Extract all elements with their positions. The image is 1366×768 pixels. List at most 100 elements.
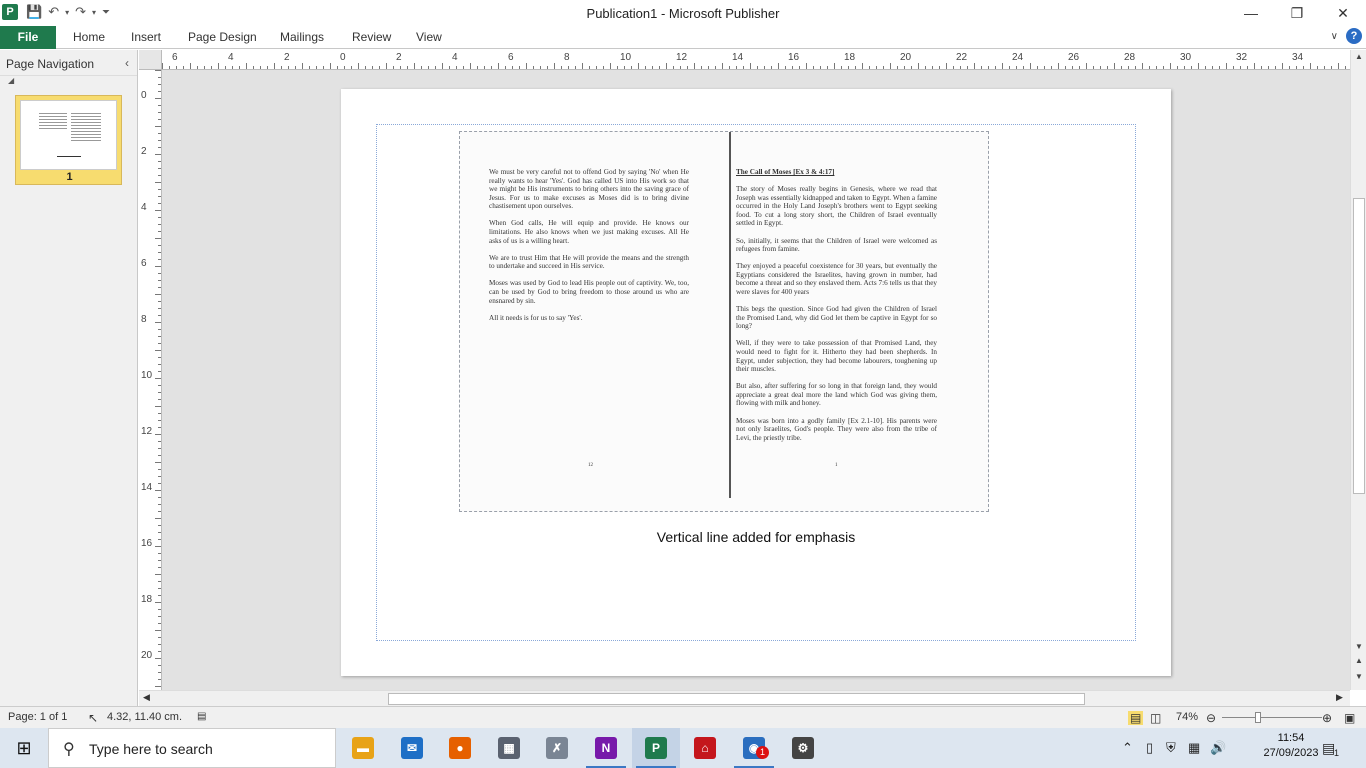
minimize-button[interactable]: — — [1228, 0, 1274, 26]
windows-taskbar: ⊞ ⚲ Type here to search ▬ ✉ ● ▦ ✗ N P ⌂ ◉ 1 ⚙ ⌃ ▯ … — [0, 728, 1366, 768]
ruler-tick — [778, 63, 779, 69]
ruler-tick — [421, 66, 422, 69]
network-icon[interactable]: ▦ — [1188, 740, 1200, 756]
ruler-tick — [911, 66, 912, 69]
vertical-ruler[interactable]: 0 2 4 6 8 10 12 14 16 18 20 — [139, 70, 162, 690]
zoom-slider-knob[interactable] — [1255, 712, 1261, 723]
scroll-right-icon[interactable]: ▶ — [1336, 692, 1343, 703]
publisher-icon[interactable]: P — [632, 728, 680, 768]
fit-page-icon[interactable]: ▣ — [1344, 711, 1355, 725]
help-icon[interactable]: ? — [1346, 28, 1362, 44]
close-button[interactable]: ✕ — [1320, 0, 1366, 26]
ruler-tick — [155, 154, 161, 155]
ruler-tick-label: 10 — [620, 52, 632, 63]
caption-text-box[interactable]: Vertical line added for emphasis — [341, 529, 1171, 545]
ruler-tick — [771, 66, 772, 69]
ruler-tick — [183, 66, 184, 69]
tray-overflow-icon[interactable]: ⌃ — [1122, 740, 1133, 756]
ruler-tick — [155, 462, 161, 463]
restore-button[interactable]: ❐ — [1274, 0, 1320, 26]
scroll-down-icon[interactable]: ▼ — [1351, 642, 1366, 651]
taskbar-clock[interactable]: 11:54 27/09/2023 — [1256, 732, 1326, 759]
page-thumbnail[interactable]: 1 — [15, 95, 122, 185]
undo-icon[interactable]: ↶ — [48, 4, 59, 20]
emphasis-vertical-line[interactable] — [729, 132, 731, 498]
calculator-icon[interactable]: ▦ — [485, 728, 533, 768]
page-indicator[interactable]: Page: 1 of 1 — [8, 711, 67, 723]
ruler-tick — [1247, 66, 1248, 69]
acrobat-icon[interactable]: ⌂ — [681, 728, 729, 768]
vertical-scrollbar[interactable]: ▲ ▼ ▲ ▼ — [1350, 50, 1366, 690]
horizontal-ruler[interactable]: 6 4 2 0 2 4 6 8 10 12 14 16 18 20 22 24 26 28 30 32 34 — [162, 50, 1350, 70]
single-page-view-icon[interactable]: ▤ — [1128, 711, 1144, 725]
ruler-tick — [1009, 66, 1010, 69]
ruler-tick-label: 14 — [732, 52, 744, 63]
tab-mailings[interactable]: Mailings — [280, 30, 324, 44]
zoom-out-icon[interactable]: ⊖ — [1206, 711, 1216, 725]
next-page-icon[interactable]: ▼ — [1351, 672, 1366, 681]
clock-date: 27/09/2023 — [1263, 747, 1319, 759]
volume-icon[interactable]: 🔊 — [1210, 740, 1226, 756]
file-explorer-icon[interactable]: ▬ — [339, 728, 387, 768]
collapse-pane-icon[interactable]: ‹ — [125, 56, 129, 70]
scroll-left-icon[interactable]: ◀ — [143, 692, 150, 703]
search-icon: ⚲ — [63, 741, 75, 758]
redo-icon[interactable]: ↷ — [75, 4, 86, 20]
ruler-tick — [869, 66, 870, 69]
zoom-in-icon[interactable]: ⊕ — [1322, 711, 1332, 725]
ruler-tick — [158, 511, 161, 512]
zoom-slider-track[interactable] — [1222, 717, 1322, 718]
section-collapse-icon[interactable]: ◢ — [0, 76, 137, 90]
scanned-image[interactable]: We must be very careful not to offend Go… — [459, 131, 989, 512]
horizontal-scrollbar[interactable]: ◀ ▶ — [139, 690, 1350, 706]
thunderbird-icon[interactable]: ◉ 1 — [730, 728, 778, 768]
tab-insert[interactable]: Insert — [131, 30, 161, 44]
publisher-app-icon[interactable]: P — [2, 4, 18, 20]
tab-view[interactable]: View — [416, 30, 442, 44]
horizontal-scroll-thumb[interactable] — [388, 693, 1085, 705]
ruler-tick — [1100, 66, 1101, 69]
device-icon[interactable]: ▯ — [1146, 740, 1153, 756]
ruler-tick — [680, 66, 681, 69]
tab-file[interactable]: File — [0, 26, 56, 49]
ruler-tick-label: 18 — [141, 594, 153, 605]
firefox-icon[interactable]: ● — [436, 728, 484, 768]
tab-page-design[interactable]: Page Design — [188, 30, 257, 44]
tab-review[interactable]: Review — [352, 30, 391, 44]
undo-dropdown-icon[interactable]: ▾ — [65, 8, 69, 17]
scroll-up-icon[interactable]: ▲ — [1351, 52, 1366, 61]
ruler-tick — [176, 66, 177, 69]
expand-ribbon-icon[interactable]: ∨ — [1331, 31, 1338, 42]
language-app-icon[interactable]: ✗ — [533, 728, 581, 768]
onenote-icon[interactable]: N — [582, 728, 630, 768]
redo-dropdown-icon[interactable]: ▾ — [92, 8, 96, 17]
publication-page[interactable]: We must be very careful not to offend Go… — [341, 89, 1171, 676]
ruler-tick — [757, 66, 758, 69]
security-icon[interactable]: ⛨ — [1166, 740, 1176, 756]
right-page-number: 1 — [835, 463, 838, 468]
ruler-tick-label: 2 — [141, 146, 147, 157]
zoom-level[interactable]: 74% — [1176, 711, 1198, 723]
save-icon[interactable]: 💾 — [26, 4, 42, 20]
taskbar-search[interactable]: ⚲ Type here to search — [48, 728, 336, 768]
ruler-corner[interactable] — [139, 50, 162, 70]
vertical-scroll-thumb[interactable] — [1353, 198, 1365, 494]
ruler-tick — [393, 66, 394, 69]
ruler-tick — [428, 66, 429, 69]
windows-start-icon[interactable]: ⊞ — [0, 728, 48, 768]
previous-page-icon[interactable]: ▲ — [1351, 656, 1366, 665]
ruler-tick — [638, 63, 639, 69]
ruler-tick — [1121, 66, 1122, 69]
page-navigation-header: Page Navigation ‹ — [0, 50, 137, 76]
mail-icon[interactable]: ✉ — [388, 728, 436, 768]
ruler-tick — [554, 63, 555, 69]
two-page-spread-icon[interactable]: ◫ — [1150, 711, 1161, 725]
ruler-tick — [158, 497, 161, 498]
workspace[interactable]: We must be very careful not to offend Go… — [162, 70, 1350, 690]
ruler-tick — [1212, 66, 1213, 69]
customize-qat-icon[interactable]: ⏷ — [102, 7, 110, 18]
ruler-tick — [158, 609, 161, 610]
settings-icon[interactable]: ⚙ — [779, 728, 827, 768]
ruler-tick-label: 0 — [340, 52, 346, 63]
tab-home[interactable]: Home — [73, 30, 105, 44]
